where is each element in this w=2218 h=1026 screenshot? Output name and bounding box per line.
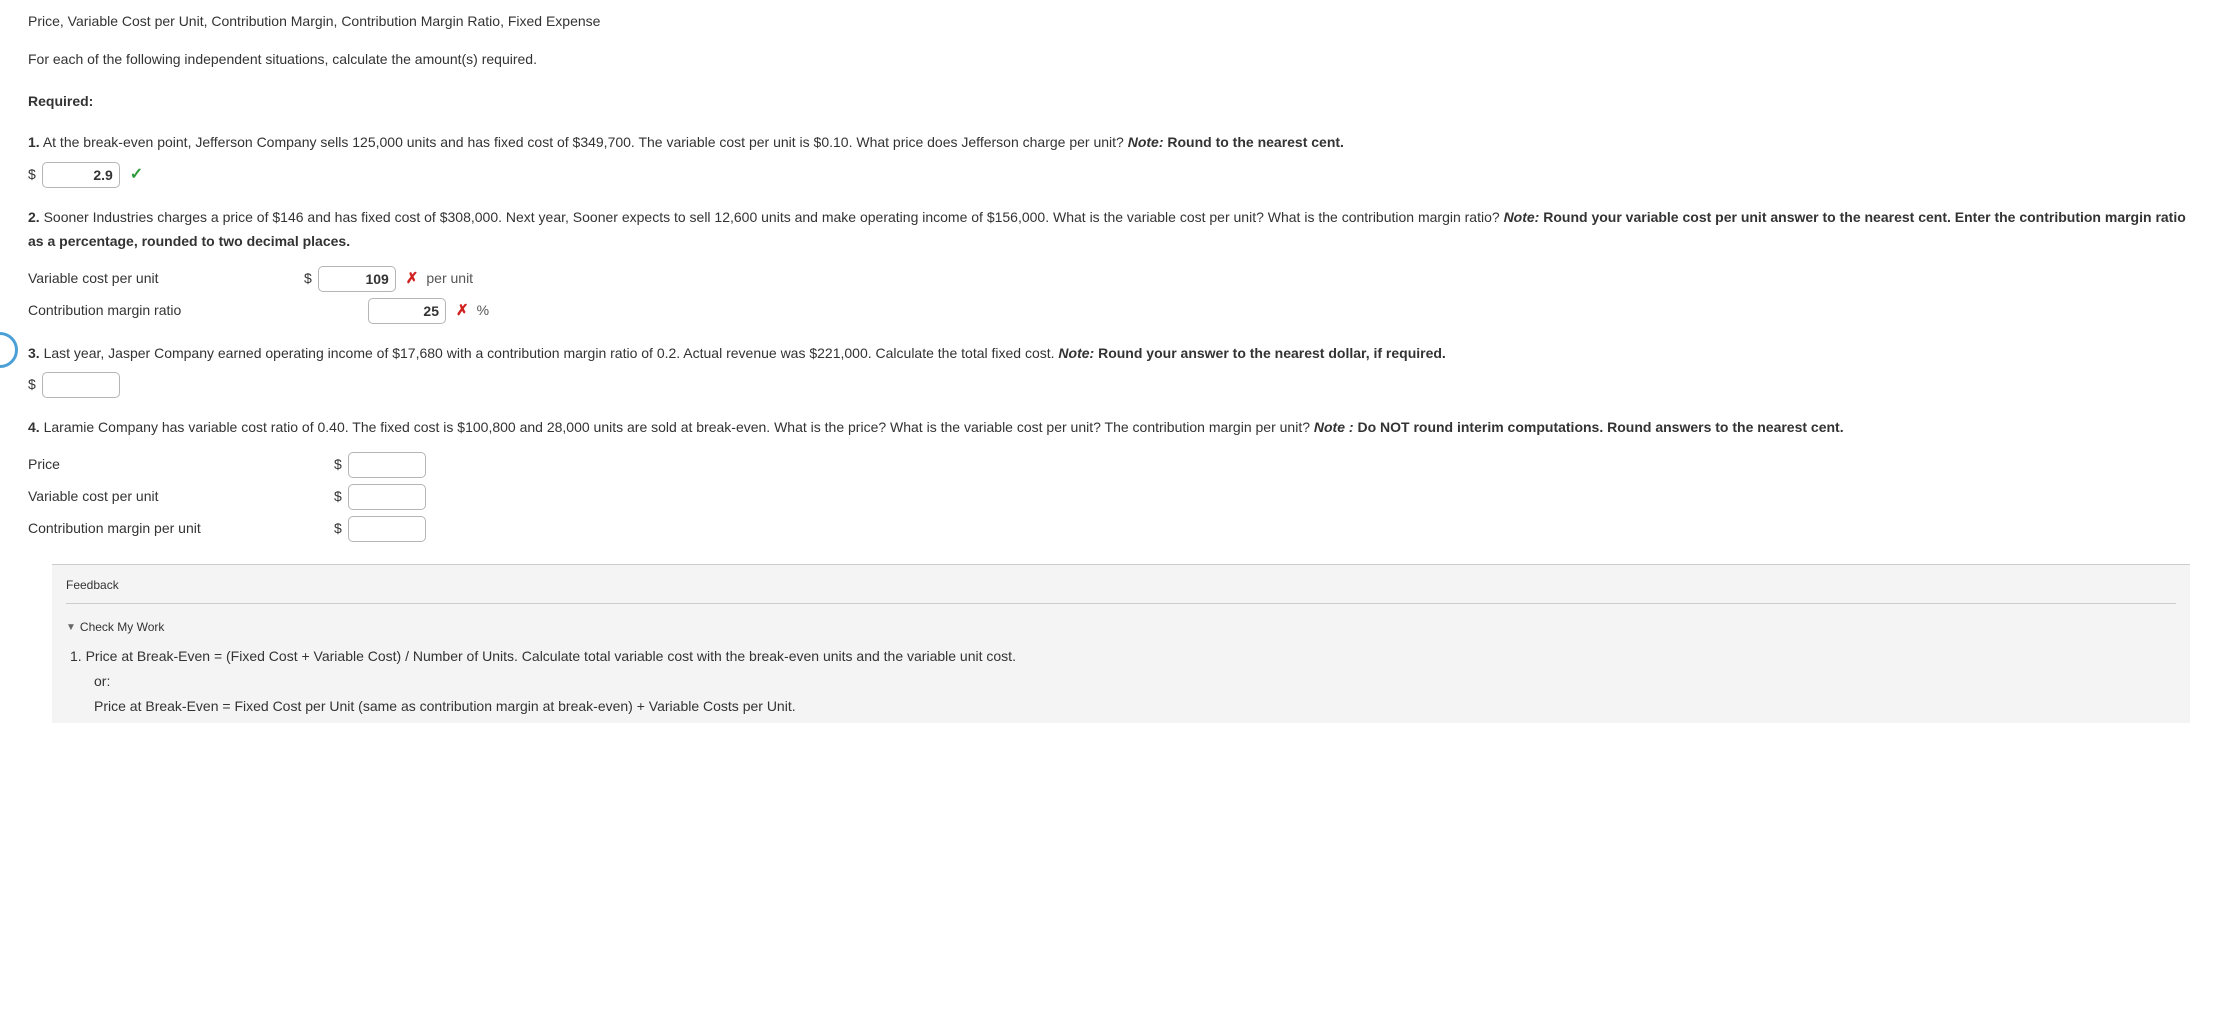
- question-4-note: Do NOT round interim computations. Round…: [1354, 419, 1844, 435]
- q4-cmpu-label: Contribution margin per unit: [28, 517, 328, 541]
- question-1-text: At the break-even point, Jefferson Compa…: [43, 134, 1128, 150]
- q2-vcpu-input[interactable]: [318, 266, 396, 292]
- question-1-note: Round to the nearest cent.: [1163, 134, 1343, 150]
- q4-vcpu-label: Variable cost per unit: [28, 485, 328, 509]
- currency-symbol: $: [28, 373, 36, 397]
- caret-down-icon: ▼: [66, 619, 76, 636]
- q4-price-label: Price: [28, 453, 328, 477]
- currency-symbol: $: [334, 453, 342, 477]
- currency-symbol: $: [28, 163, 36, 187]
- question-2-prompt: 2. Sooner Industries charges a price of …: [28, 206, 2190, 254]
- check-icon: ✓: [130, 161, 143, 188]
- feedback-panel: Feedback ▼ Check My Work 1. Price at Bre…: [52, 564, 2190, 724]
- q4-vcpu-input[interactable]: [348, 484, 426, 510]
- question-3-text: Last year, Jasper Company earned operati…: [44, 345, 1059, 361]
- currency-symbol: $: [334, 517, 342, 541]
- question-2-number: 2.: [28, 209, 40, 225]
- q4-price-input[interactable]: [348, 452, 426, 478]
- question-1-prompt: 1. At the break-even point, Jefferson Co…: [28, 131, 2190, 155]
- q2-cmr-suffix: %: [477, 299, 489, 323]
- q2-cmr-input[interactable]: [368, 298, 446, 324]
- cmw-or: or:: [94, 669, 2176, 694]
- intro-text: For each of the following independent si…: [28, 48, 2190, 72]
- q2-cmr-label: Contribution margin ratio: [28, 299, 298, 323]
- question-3: 3. Last year, Jasper Company earned oper…: [28, 342, 2190, 398]
- currency-symbol: $: [304, 267, 312, 291]
- q4-cmpu-input[interactable]: [348, 516, 426, 542]
- check-my-work-label: Check My Work: [80, 617, 164, 637]
- note-label: Note :: [1314, 419, 1354, 435]
- question-4-text: Laramie Company has variable cost ratio …: [44, 419, 1314, 435]
- question-1: 1. At the break-even point, Jefferson Co…: [28, 131, 2190, 188]
- note-label: Note:: [1504, 209, 1540, 225]
- question-3-prompt: 3. Last year, Jasper Company earned oper…: [28, 342, 2190, 366]
- x-icon: ✗: [456, 298, 469, 324]
- note-label: Note:: [1058, 345, 1094, 361]
- question-3-note: Round your answer to the nearest dollar,…: [1094, 345, 1446, 361]
- q1-price-input[interactable]: [42, 162, 120, 188]
- check-my-work-toggle[interactable]: ▼ Check My Work: [66, 617, 164, 637]
- required-label: Required:: [28, 90, 2190, 114]
- question-2: 2. Sooner Industries charges a price of …: [28, 206, 2190, 324]
- page-topic-line: Price, Variable Cost per Unit, Contribut…: [28, 10, 2190, 34]
- divider: [66, 603, 2176, 604]
- feedback-title: Feedback: [66, 575, 2176, 595]
- cmw-line-2: Price at Break-Even = Fixed Cost per Uni…: [94, 694, 2176, 719]
- question-3-number: 3.: [28, 345, 40, 361]
- side-indicator-bubble: [0, 332, 18, 368]
- question-4-number: 4.: [28, 419, 40, 435]
- question-2-text: Sooner Industries charges a price of $14…: [44, 209, 1504, 225]
- question-1-number: 1.: [28, 134, 40, 150]
- note-label: Note:: [1128, 134, 1164, 150]
- q2-vcpu-suffix: per unit: [426, 267, 473, 291]
- x-icon: ✗: [406, 266, 419, 292]
- check-my-work-body: 1. Price at Break-Even = (Fixed Cost + V…: [66, 644, 2176, 720]
- currency-symbol: $: [334, 485, 342, 509]
- cmw-line-1: 1. Price at Break-Even = (Fixed Cost + V…: [70, 644, 2176, 669]
- question-4-prompt: 4. Laramie Company has variable cost rat…: [28, 416, 2190, 440]
- q3-fixedcost-input[interactable]: [42, 372, 120, 398]
- q2-vcpu-label: Variable cost per unit: [28, 267, 298, 291]
- question-4: 4. Laramie Company has variable cost rat…: [28, 416, 2190, 542]
